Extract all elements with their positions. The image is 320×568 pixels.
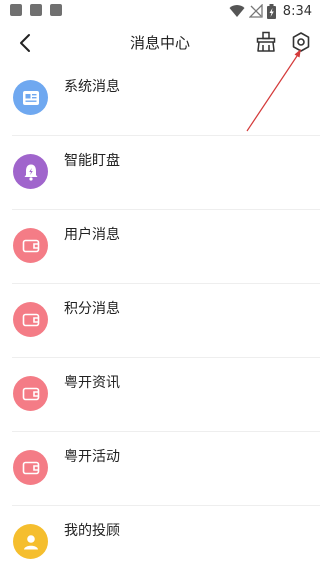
bell-icon [13,154,48,189]
battery-charging-icon [266,3,276,19]
list-item-label: 粤开活动 [64,449,120,465]
hexagon-settings-icon [292,32,310,52]
header: 消息中心 [0,22,320,62]
notification-square-icon [10,4,22,16]
list-item-watch[interactable]: 智能盯盘 [0,136,320,210]
news-icon [13,80,48,115]
status-time: 8:34 [282,3,312,19]
list-item-label: 用户消息 [64,227,120,243]
notification-square-icon [50,4,62,16]
notification-square-icon [30,4,42,16]
settings-button[interactable] [290,31,312,53]
broom-icon [256,31,276,52]
list-item-label: 智能盯盘 [64,153,120,169]
wifi-icon [229,5,245,18]
list-item-label: 系统消息 [64,79,120,95]
list-item-news[interactable]: 粤开资讯 [0,358,320,432]
list-item-label: 粤开资讯 [64,375,120,391]
list-item-activities[interactable]: 粤开活动 [0,432,320,506]
list-item-label: 我的投顾 [64,523,120,539]
list-item-advisor[interactable]: 我的投顾 [0,506,320,568]
list-item-user[interactable]: 用户消息 [0,210,320,284]
message-list: 系统消息 智能盯盘 用户消息 积分消息 粤开资讯 粤开活动 我的投顾 [0,62,320,568]
list-item-label: 积分消息 [64,301,120,317]
person-icon [13,524,48,559]
status-bar: 8:34 [0,0,320,22]
wallet-icon [13,302,48,337]
list-item-points[interactable]: 积分消息 [0,284,320,358]
no-signal-icon [248,4,263,18]
wallet-icon [13,228,48,263]
wallet-icon [13,450,48,485]
list-item-system[interactable]: 系统消息 [0,62,320,136]
wallet-icon [13,376,48,411]
clean-button[interactable] [255,31,277,53]
